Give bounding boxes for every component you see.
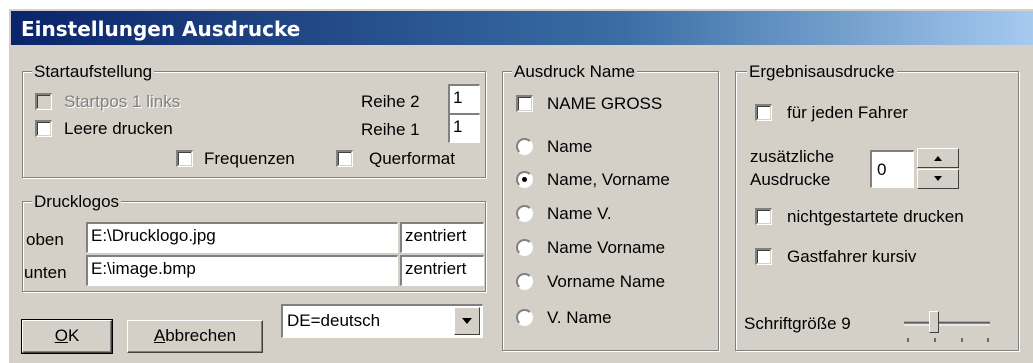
name-gross-checkbox[interactable]	[516, 95, 533, 112]
nichtgestartete-checkbox[interactable]	[755, 208, 772, 225]
ok-rest: K	[67, 326, 80, 345]
startpos-checkbox[interactable]	[35, 93, 52, 110]
ergebnis-legend: Ergebnisausdrucke	[747, 62, 897, 82]
reihe1-input[interactable]: 1	[448, 113, 480, 143]
startaufstellung-legend: Startaufstellung	[32, 62, 155, 82]
startpos-label: Startpos 1 links	[64, 92, 181, 111]
radio-name-v-label: Name V.	[547, 204, 612, 223]
leere-drucken-checkbox[interactable]	[35, 120, 52, 137]
zusaetzliche-label-line1: zusätzliche	[750, 147, 835, 166]
unten-align-field[interactable]: zentriert	[400, 255, 484, 286]
cancel-button[interactable]: Abbrechen	[127, 320, 263, 353]
arrow-down-icon	[934, 176, 942, 181]
oben-path-input[interactable]: E:\Drucklogo.jpg	[86, 222, 398, 253]
jeden-fahrer-checkbox[interactable]	[755, 104, 772, 121]
ausdruck-name-legend: Ausdruck Name	[512, 62, 637, 82]
cancel-rest: bbrechen	[165, 326, 237, 345]
gastfahrer-label: Gastfahrer kursiv	[787, 247, 917, 266]
radio-name-label: Name	[547, 137, 593, 156]
zusaetzliche-input[interactable]: 0	[870, 150, 914, 188]
reihe1-label: Reihe 1	[361, 120, 420, 139]
language-dropdown-button[interactable]	[454, 307, 480, 335]
radio-v-name-label: V. Name	[547, 308, 612, 327]
spin-down-button[interactable]	[917, 169, 959, 189]
querformat-label: Querformat	[369, 149, 455, 168]
radio-name-vorname-label: Name, Vorname	[547, 170, 670, 189]
cancel-accel: A	[153, 326, 166, 345]
radio-name[interactable]	[516, 138, 533, 155]
gastfahrer-checkbox[interactable]	[755, 248, 772, 265]
drucklogos-legend: Drucklogos	[32, 192, 122, 212]
ok-accel: O	[54, 326, 68, 345]
radio-name-vorname[interactable]	[516, 171, 533, 188]
schriftgroesse-label: Schriftgröße 9	[744, 314, 851, 333]
language-select[interactable]: DE=deutsch	[281, 304, 483, 338]
radio-name-v[interactable]	[516, 205, 533, 222]
reihe2-input[interactable]: 1	[448, 84, 480, 114]
window-title: Einstellungen Ausdrucke	[21, 17, 301, 41]
language-value: DE=deutsch	[287, 311, 381, 330]
frequenzen-label: Frequenzen	[204, 149, 295, 168]
radio-name-vorname-2[interactable]	[516, 239, 533, 256]
radio-selected-dot	[522, 177, 527, 182]
unten-label: unten	[24, 263, 67, 282]
leere-drucken-label: Leere drucken	[64, 119, 173, 138]
radio-name-vorname-2-label: Name Vorname	[547, 238, 666, 257]
reihe2-label: Reihe 2	[361, 92, 420, 111]
slider-thumb[interactable]	[929, 311, 940, 333]
radio-vorname-name[interactable]	[516, 273, 533, 290]
name-gross-label: NAME GROSS	[547, 94, 663, 113]
arrow-up-icon	[934, 156, 942, 161]
spin-up-button[interactable]	[917, 148, 959, 168]
ok-button[interactable]: OK	[21, 319, 113, 354]
zusaetzliche-label-line2: Ausdrucke	[750, 170, 831, 189]
querformat-checkbox[interactable]	[336, 150, 353, 167]
oben-align-field[interactable]: zentriert	[400, 222, 484, 253]
radio-vorname-name-label: Vorname Name	[547, 272, 666, 291]
oben-label: oben	[26, 230, 64, 249]
nichtgestartete-label: nichtgestartete drucken	[787, 207, 964, 226]
unten-path-input[interactable]: E:\image.bmp	[86, 255, 398, 286]
slider-track-icon	[904, 321, 990, 342]
jeden-fahrer-label: für jeden Fahrer	[787, 103, 908, 122]
title-bar: Einstellungen Ausdrucke	[11, 11, 1033, 45]
chevron-down-icon	[462, 318, 472, 324]
schriftgroesse-slider[interactable]	[900, 308, 996, 348]
frequenzen-checkbox[interactable]	[176, 150, 193, 167]
radio-v-name[interactable]	[516, 309, 533, 326]
